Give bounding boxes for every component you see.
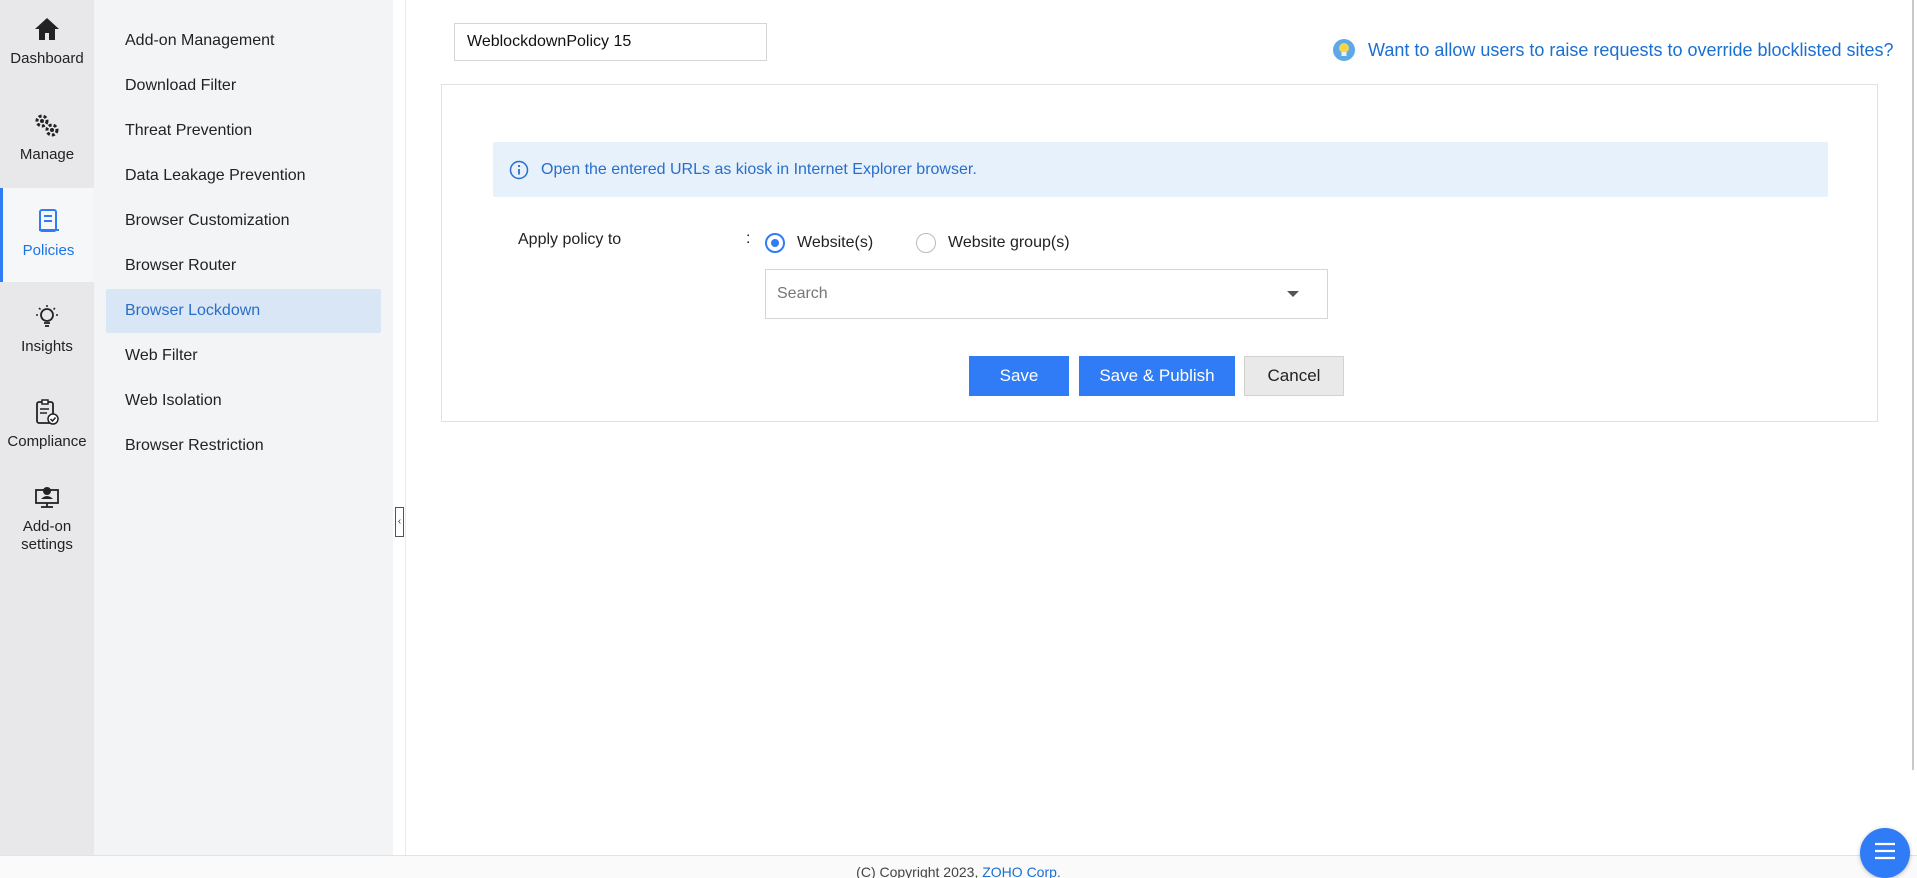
nav-dashboard[interactable]: Dashboard [0,14,94,84]
bulb-icon [32,302,62,332]
info-banner: Open the entered URLs as kiosk in Intern… [493,142,1828,197]
submenu-item-threat-prevention[interactable]: Threat Prevention [106,109,381,153]
nav-label: Add-on settings [21,518,73,553]
submenu-item-browser-router[interactable]: Browser Router [106,244,381,288]
radio-websites-control[interactable] [765,233,785,253]
submenu-item-browser-restriction[interactable]: Browser Restriction [106,424,381,468]
website-search-select[interactable]: Search [765,269,1328,319]
override-request-link-text: Want to allow users to raise requests to… [1368,39,1894,60]
website-search-placeholder: Search [777,285,828,302]
radio-website-groups-label: Website group(s) [948,234,1070,251]
submenu-item-download-filter[interactable]: Download Filter [106,64,381,108]
collapse-submenu-handle[interactable]: ‹ [395,507,404,537]
submenu-item-web-isolation[interactable]: Web Isolation [106,379,381,423]
page-scrollbar[interactable] [1912,0,1914,770]
lightbulb-icon [1332,38,1356,62]
nav-label: Manage [19,146,75,163]
radio-websites[interactable]: Website(s) [765,233,873,253]
nav-label: Compliance [7,433,87,450]
chevron-down-icon [1287,291,1299,297]
nav-label: Dashboard [10,50,84,67]
nav-manage[interactable]: Manage [0,110,94,180]
policy-name-input[interactable] [454,23,767,61]
home-icon [32,14,62,44]
company-link[interactable]: ZOHO Corp. [982,864,1061,878]
save-publish-button[interactable]: Save & Publish [1079,356,1235,396]
gears-icon [32,110,62,140]
main-nav-rail: Dashboard Manage Policies Insights Compl… [0,0,94,855]
nav-label: Insights [21,338,73,355]
submenu-item-data-leakage-prevention[interactable]: Data Leakage Prevention [106,154,381,198]
nav-compliance[interactable]: Compliance [0,397,94,467]
nav-label: Policies [22,242,75,259]
apply-policy-label: Apply policy to [518,231,622,248]
app-root: Dashboard Manage Policies Insights Compl… [0,0,1917,878]
radio-websites-label: Website(s) [797,234,874,251]
policy-icon [34,206,64,236]
radio-website-groups-control[interactable] [916,233,936,253]
copyright-text: (C) Copyright 2023, [856,864,979,878]
floating-menu-button[interactable] [1860,828,1910,878]
policies-submenu: Add-on Management Download Filter Threat… [94,0,393,855]
page-footer: (C) Copyright 2023, ZOHO Corp. [0,855,1917,878]
submenu-item-web-filter[interactable]: Web Filter [106,334,381,378]
label-colon: : [746,230,751,247]
content-divider [405,0,406,855]
nav-policies[interactable]: Policies [0,188,94,282]
info-banner-text: Open the entered URLs as kiosk in Intern… [541,160,977,178]
override-request-link[interactable]: Want to allow users to raise requests to… [1332,38,1894,62]
monitor-user-icon [32,482,62,512]
info-icon [509,160,529,180]
radio-website-groups[interactable]: Website group(s) [916,233,1070,253]
submenu-item-browser-customization[interactable]: Browser Customization [106,199,381,243]
clipboard-check-icon [32,397,62,427]
policy-form-panel: Open the entered URLs as kiosk in Intern… [441,84,1878,422]
hamburger-icon [1874,842,1896,865]
save-button[interactable]: Save [969,356,1069,396]
submenu-item-addon-management[interactable]: Add-on Management [106,19,381,63]
submenu-item-browser-lockdown[interactable]: Browser Lockdown [106,289,381,333]
cancel-button[interactable]: Cancel [1244,356,1344,396]
nav-addon-settings[interactable]: Add-on settings [0,482,94,562]
nav-insights[interactable]: Insights [0,302,94,372]
